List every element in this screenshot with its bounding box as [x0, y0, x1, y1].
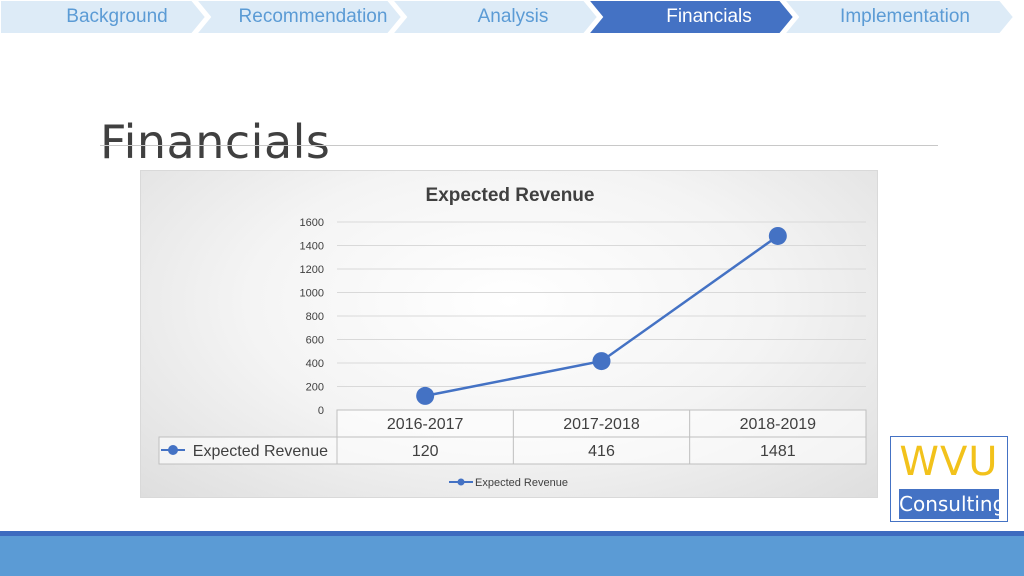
y-tick-label-400: 400 — [306, 358, 324, 370]
y-tick-label-600: 600 — [306, 335, 324, 347]
data-table-value-0: 120 — [412, 443, 439, 460]
nav-tab-recommendation[interactable]: Recommendation — [208, 0, 418, 34]
data-table-value-1: 416 — [588, 443, 615, 460]
data-table-series-name: Expected Revenue — [193, 443, 328, 460]
y-tick-label-1400: 1400 — [300, 241, 324, 253]
y-tick-label-1000: 1000 — [300, 288, 324, 300]
x-category-label-0: 2016-2017 — [387, 416, 464, 433]
nav-tab-background[interactable]: Background — [0, 0, 234, 34]
page-title: Financials — [100, 114, 331, 169]
y-tick-label-1600: 1600 — [300, 217, 324, 229]
y-tick-label-0: 0 — [318, 405, 324, 417]
x-category-label-2: 2018-2019 — [740, 416, 817, 433]
legend-marker — [457, 478, 465, 486]
data-point-1 — [592, 352, 611, 371]
chart-canvas: Expected Revenue 0 200 400 600 800 1000 1200 140… — [158, 185, 867, 489]
nav-tab-implementation[interactable]: Implementation — [800, 0, 1010, 34]
company-logo: WVU Consulting — [890, 436, 1008, 522]
section-navigation: Background Recommendation Analysis Finan… — [0, 0, 1024, 36]
revenue-chart: Expected Revenue 0 200 400 600 800 1000 1200 140… — [140, 170, 878, 498]
data-point-0 — [416, 386, 435, 405]
data-table-legend-marker — [168, 445, 178, 455]
data-point-2 — [768, 226, 787, 245]
chart-title: Expected Revenue — [426, 185, 595, 206]
y-tick-label-200: 200 — [306, 382, 324, 394]
footer-bar — [0, 536, 1024, 576]
title-divider — [100, 145, 938, 146]
y-tick-label-800: 800 — [306, 311, 324, 323]
nav-tab-financials[interactable]: Financials — [604, 0, 814, 34]
chart-legend: Expected Revenue — [449, 477, 568, 489]
data-table-value-2: 1481 — [760, 443, 796, 460]
x-category-label-1: 2017-2018 — [563, 416, 640, 433]
legend-label: Expected Revenue — [475, 477, 568, 489]
data-table: 2016-2017 2017-2018 2018-2019 Expected Reve… — [158, 409, 867, 465]
nav-tab-analysis[interactable]: Analysis — [408, 0, 618, 34]
logo-wvu-text: WVU — [899, 439, 999, 485]
y-tick-label-1200: 1200 — [300, 264, 324, 276]
logo-consulting-text: Consulting — [899, 489, 1005, 519]
